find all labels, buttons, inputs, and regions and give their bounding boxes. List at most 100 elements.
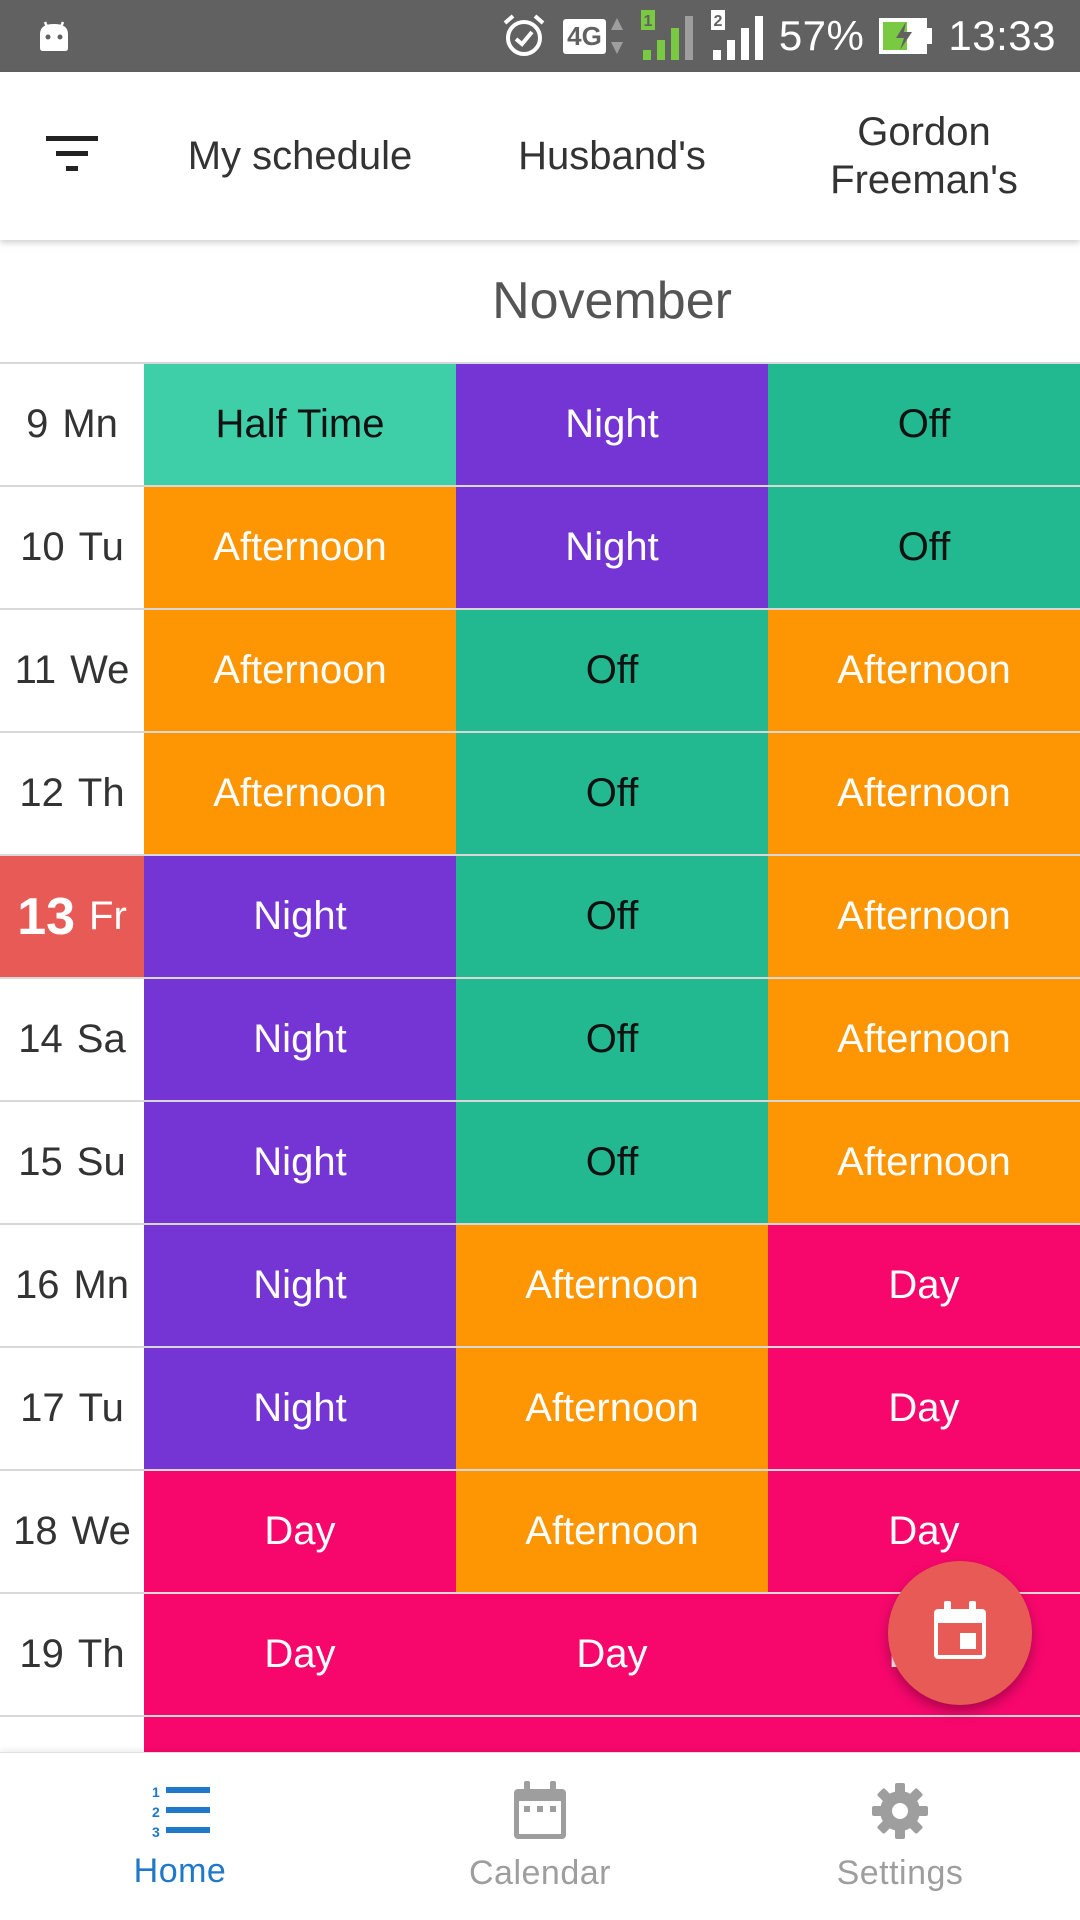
shift-cell[interactable]: Afternoon [456, 1225, 768, 1346]
filter-icon [42, 132, 102, 181]
alarm-icon [499, 11, 549, 61]
shift-cell[interactable]: Off [456, 856, 768, 977]
tab-label-line1: Gordon [857, 110, 991, 154]
today-date-cell: 13 Fr [0, 856, 144, 977]
date-cell: 12 Th [0, 733, 144, 854]
weekday: Tu [78, 1386, 124, 1430]
weekday: Th [77, 1632, 125, 1676]
gear-icon [870, 1781, 930, 1846]
nav-settings-label: Settings [836, 1854, 964, 1892]
date-cell: 19 Th [0, 1594, 144, 1715]
shift-cell[interactable]: Off [768, 487, 1080, 608]
tab-gordon-freemans[interactable]: Gordon Freeman's [768, 72, 1080, 240]
shift-cell[interactable]: Off [456, 1102, 768, 1223]
weekday: Th [77, 771, 125, 815]
schedule-row: 9 Mn Half Time Night Off [0, 362, 1080, 485]
battery-percent: 57% [778, 12, 865, 59]
shift-cell[interactable]: Day [768, 1348, 1080, 1469]
shift-cell[interactable]: Night [144, 1225, 456, 1346]
schedule-row: 14 Sa Night Off Afternoon [0, 977, 1080, 1100]
date-cell: 11 We [0, 610, 144, 731]
numbered-list-icon: 1 2 3 [148, 1783, 212, 1844]
bottom-navigation: 1 2 3 Home Calendar Settings [0, 1752, 1080, 1920]
date-number: 10 [20, 525, 65, 569]
shift-cell[interactable]: Night [144, 1102, 456, 1223]
shift-cell[interactable]: Afternoon [768, 979, 1080, 1100]
date-number: 17 [20, 1386, 65, 1430]
shift-cell[interactable]: Afternoon [768, 1102, 1080, 1223]
tab-husbands[interactable]: Husband's [456, 72, 768, 240]
date-cell: 14 Sa [0, 979, 144, 1100]
schedule-row: 11 We Afternoon Off Afternoon [0, 608, 1080, 731]
date-cell: 15 Su [0, 1102, 144, 1223]
shift-cell[interactable]: Day [144, 1471, 456, 1592]
shift-cell[interactable]: Afternoon [768, 856, 1080, 977]
date-cell: 9 Mn [0, 364, 144, 485]
shift-cell[interactable]: Day [144, 1594, 456, 1715]
shift-cell[interactable]: Off [768, 364, 1080, 485]
today-fab-button[interactable] [888, 1561, 1032, 1705]
shift-cell[interactable]: Off [456, 610, 768, 731]
weekday: Tu [78, 525, 124, 569]
tab-label-line2: Freeman's [830, 158, 1018, 202]
schedule-tabs: My schedule Husband's Gordon Freeman's [0, 72, 1080, 240]
weekday: Su [76, 1140, 126, 1184]
schedule-row: 13 Fr Night Off Afternoon [0, 854, 1080, 977]
tab-label: Husband's [518, 134, 706, 178]
month-header: November [0, 240, 1080, 362]
weekday: Fr [89, 894, 127, 938]
shift-cell[interactable]: Afternoon [144, 487, 456, 608]
filter-button[interactable] [0, 72, 144, 240]
shift-cell[interactable]: Night [144, 979, 456, 1100]
date-number: 16 [14, 1263, 60, 1307]
nav-settings[interactable]: Settings [720, 1753, 1080, 1920]
shift-cell[interactable]: Afternoon [768, 610, 1080, 731]
schedule-row: 15 Su Night Off Afternoon [0, 1100, 1080, 1223]
network-type-icon: 4G [563, 14, 625, 58]
schedule-row: 16 Mn Night Afternoon Day [0, 1223, 1080, 1346]
shift-cell[interactable]: Night [144, 856, 456, 977]
tab-label: My schedule [187, 134, 413, 178]
date-number: 15 [18, 1140, 63, 1184]
battery-charging-icon [878, 16, 934, 56]
weekday: We [70, 648, 130, 692]
nav-home-label: Home [133, 1852, 227, 1890]
sim2-number: 2 [713, 13, 722, 30]
date-number: 12 [19, 771, 64, 815]
shift-cell[interactable]: Afternoon [768, 733, 1080, 854]
schedule-row: 10 Tu Afternoon Night Off [0, 485, 1080, 608]
status-bar: 4G 1 2 57% 13:33 [0, 0, 1080, 72]
svg-text:1: 1 [152, 1784, 160, 1800]
signal-sim2-icon: 2 [709, 10, 765, 62]
date-cell: 17 Tu [0, 1348, 144, 1469]
shift-cell[interactable]: Off [456, 979, 768, 1100]
shift-cell[interactable]: Night [456, 487, 768, 608]
date-cell: 16 Mn [0, 1225, 144, 1346]
shift-cell[interactable]: Day [768, 1225, 1080, 1346]
schedule-row: 12 Th Afternoon Off Afternoon [0, 731, 1080, 854]
shift-cell[interactable]: Afternoon [456, 1348, 768, 1469]
android-icon [36, 18, 72, 54]
nav-calendar[interactable]: Calendar [360, 1753, 720, 1920]
shift-cell[interactable]: Afternoon [456, 1471, 768, 1592]
date-number: 11 [14, 648, 57, 692]
shift-cell[interactable]: Afternoon [144, 733, 456, 854]
shift-cell[interactable]: Night [456, 364, 768, 485]
shift-cell[interactable]: Afternoon [144, 610, 456, 731]
svg-text:3: 3 [152, 1824, 160, 1839]
shift-cell[interactable]: Day [456, 1594, 768, 1715]
date-cell: 10 Tu [0, 487, 144, 608]
signal-sim1-icon: 1 [639, 10, 695, 62]
shift-cell[interactable]: Night [144, 1348, 456, 1469]
date-number: 18 [13, 1509, 58, 1553]
shift-cell[interactable]: Half Time [144, 364, 456, 485]
tab-my-schedule[interactable]: My schedule [144, 72, 456, 240]
date-number: 14 [18, 1017, 63, 1061]
svg-text:2: 2 [152, 1804, 160, 1820]
weekday: Mn [62, 402, 118, 446]
nav-home[interactable]: 1 2 3 Home [0, 1753, 360, 1920]
calendar-today-icon [930, 1599, 990, 1668]
nav-calendar-label: Calendar [469, 1854, 611, 1892]
shift-cell[interactable]: Off [456, 733, 768, 854]
month-name: November [492, 272, 732, 330]
